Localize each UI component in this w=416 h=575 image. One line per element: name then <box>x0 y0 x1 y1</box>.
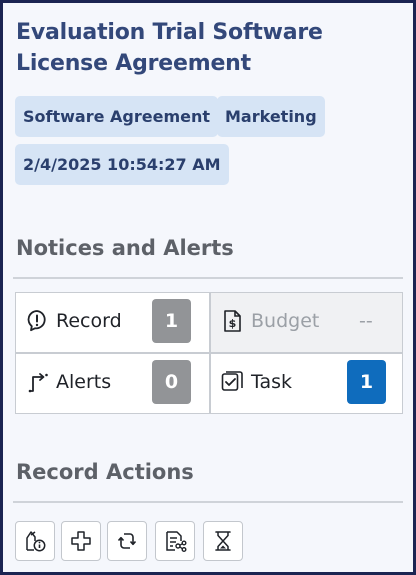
document-info-icon <box>26 531 46 552</box>
notices-title: Notices and Alerts <box>16 236 234 260</box>
count-badge: 1 <box>347 360 386 404</box>
tag-department: Marketing <box>217 96 325 137</box>
hourglass-icon <box>215 531 231 551</box>
workflow-list-button[interactable] <box>155 521 195 561</box>
alert-circle-icon <box>27 310 46 332</box>
notice-label: Task <box>251 371 293 393</box>
hourglass-button[interactable] <box>203 521 243 561</box>
task-icon <box>221 371 243 391</box>
budget-icon: $ <box>224 310 241 332</box>
notice-card-record[interactable]: Record 1 <box>15 292 210 353</box>
record-summary-panel: Evaluation Trial Software License Agreem… <box>0 0 416 575</box>
svg-text:$: $ <box>229 317 237 330</box>
sync-icon <box>117 533 137 549</box>
alerts-arrow-icon <box>28 373 48 393</box>
notice-card-budget: $ Budget -- <box>210 292 403 353</box>
notice-card-alerts[interactable]: Alerts 0 <box>15 353 210 414</box>
tag-category: Software Agreement <box>15 96 219 137</box>
notice-label: Record <box>56 310 122 332</box>
count-badge: 0 <box>152 360 191 404</box>
add-button[interactable] <box>61 521 101 561</box>
divider <box>13 501 403 503</box>
record-actions-title: Record Actions <box>16 460 194 484</box>
notice-label: Budget <box>251 310 320 332</box>
notice-card-task[interactable]: Task 1 <box>210 353 403 414</box>
record-title: Evaluation Trial Software License Agreem… <box>16 20 323 76</box>
document-info-button[interactable] <box>15 521 55 561</box>
notice-label: Alerts <box>56 371 112 393</box>
workflow-list-icon <box>166 531 187 553</box>
count-badge: 1 <box>152 299 191 343</box>
count-placeholder: -- <box>359 310 373 332</box>
sync-button[interactable] <box>107 521 147 561</box>
divider <box>13 277 403 279</box>
tag-date: 2/4/2025 10:54:27 AM <box>15 144 229 185</box>
add-icon <box>71 531 91 551</box>
